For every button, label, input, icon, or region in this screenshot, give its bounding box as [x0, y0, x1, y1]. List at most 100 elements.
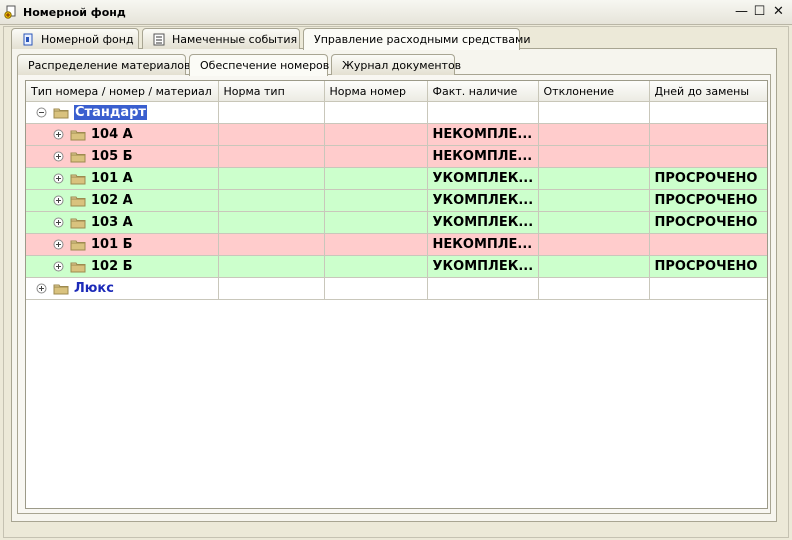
sub-tabs: Распределение материалов Обеспечение ном…	[17, 54, 461, 76]
collapse-icon[interactable]	[36, 107, 47, 118]
group-row[interactable]: Люкс	[26, 277, 767, 300]
expand-icon[interactable]	[53, 195, 64, 206]
room-number: 101 А	[91, 171, 133, 186]
norm-type-cell	[218, 167, 325, 190]
tab-label: Управление расходными средствами	[314, 33, 531, 46]
norm-room-cell	[324, 211, 428, 234]
fact-cell: НЕКОМПЛЕ...	[427, 123, 539, 146]
deviation-cell	[538, 189, 650, 212]
minimize-button[interactable]: —	[733, 3, 750, 20]
column-header[interactable]: Факт. наличие	[427, 81, 539, 102]
folder-icon	[70, 152, 86, 162]
folder-icon	[70, 218, 86, 228]
folder-icon	[70, 196, 86, 206]
folder-icon	[70, 130, 86, 140]
table-header: Тип номера / номер / материал Норма тип …	[26, 81, 767, 102]
rooms-grid[interactable]: Тип номера / номер / материал Норма тип …	[25, 80, 768, 509]
days-cell: ПРОСРОЧЕНО	[649, 211, 767, 234]
tab-room-fund[interactable]: Номерной фонд	[11, 28, 139, 49]
room-number: 103 А	[91, 215, 133, 230]
expand-icon[interactable]	[53, 173, 64, 184]
room-number: 102 Б	[91, 259, 133, 274]
room-row[interactable]: 103 А УКОМПЛЕК... ПРОСРОЧЕНО	[26, 211, 767, 234]
expand-icon[interactable]	[53, 261, 64, 272]
norm-room-cell	[324, 255, 428, 278]
days-cell	[649, 233, 767, 256]
main-tabs: Номерной фонд Намеченные события Управле…	[11, 28, 530, 50]
room-number: 101 Б	[91, 237, 133, 252]
room-row[interactable]: 102 А УКОМПЛЕК... ПРОСРОЧЕНО	[26, 189, 767, 212]
expand-icon[interactable]	[53, 239, 64, 250]
group-row[interactable]: Стандарт	[26, 101, 767, 124]
tab-room-supply[interactable]: Обеспечение номеров	[189, 54, 330, 76]
group-name: Люкс	[74, 281, 114, 296]
column-header[interactable]: Норма номер	[324, 81, 428, 102]
fact-cell: УКОМПЛЕК...	[427, 167, 539, 190]
tab-planned-events[interactable]: Намеченные события	[142, 28, 300, 49]
column-header[interactable]: Отклонение	[538, 81, 650, 102]
norm-type-cell	[218, 233, 325, 256]
deviation-cell	[538, 167, 650, 190]
norm-type-cell	[218, 211, 325, 234]
column-header[interactable]: Норма тип	[218, 81, 325, 102]
deviation-cell	[538, 123, 650, 146]
tab-material-distribution[interactable]: Распределение материалов	[17, 54, 190, 75]
norm-type-cell	[218, 189, 325, 212]
days-cell	[649, 123, 767, 146]
norm-room-cell	[324, 189, 428, 212]
folder-icon	[70, 240, 86, 250]
expand-icon[interactable]	[53, 217, 64, 228]
fact-cell: УКОМПЛЕК...	[427, 189, 539, 212]
room-row[interactable]: 101 А УКОМПЛЕК... ПРОСРОЧЕНО	[26, 167, 767, 190]
norm-room-cell	[324, 123, 428, 146]
fact-cell: УКОМПЛЕК...	[427, 255, 539, 278]
days-cell: ПРОСРОЧЕНО	[649, 167, 767, 190]
room-number: 105 Б	[91, 149, 133, 164]
tab-label: Распределение материалов	[28, 58, 191, 72]
norm-room-cell	[324, 233, 428, 256]
app-icon	[4, 5, 16, 19]
tab-label: Журнал документов	[342, 58, 462, 72]
room-row[interactable]: 104 А НЕКОМПЛЕ...	[26, 123, 767, 146]
rooms-table: Тип номера / номер / материал Норма тип …	[26, 81, 767, 300]
norm-type-cell	[218, 255, 325, 278]
deviation-cell	[538, 233, 650, 256]
folder-icon	[53, 108, 69, 118]
column-header[interactable]: Тип номера / номер / материал	[26, 81, 219, 102]
document-icon	[23, 33, 33, 45]
expand-icon[interactable]	[36, 283, 47, 294]
tab-label: Намеченные события	[172, 32, 298, 46]
column-header[interactable]: Дней до замены	[649, 81, 767, 102]
tab-label: Обеспечение номеров	[200, 59, 330, 72]
tab-label: Номерной фонд	[41, 32, 134, 46]
maximize-button[interactable]: ☐	[751, 3, 768, 20]
norm-room-cell	[324, 167, 428, 190]
room-number: 104 А	[91, 127, 133, 142]
folder-icon	[70, 262, 86, 272]
fact-cell: УКОМПЛЕК...	[427, 211, 539, 234]
room-row[interactable]: 101 Б НЕКОМПЛЕ...	[26, 233, 767, 256]
days-cell: ПРОСРОЧЕНО	[649, 189, 767, 212]
room-row[interactable]: 102 Б УКОМПЛЕК... ПРОСРОЧЕНО	[26, 255, 767, 278]
deviation-cell	[538, 145, 650, 168]
close-button[interactable]: ✕	[770, 3, 787, 20]
checklist-icon	[153, 33, 165, 45]
title-bar: Номерной фонд — ☐ ✕	[0, 0, 792, 25]
group-name: Стандарт	[74, 105, 147, 120]
norm-type-cell	[218, 145, 325, 168]
norm-type-cell	[218, 123, 325, 146]
expand-icon[interactable]	[53, 151, 64, 162]
room-row[interactable]: 105 Б НЕКОМПЛЕ...	[26, 145, 767, 168]
days-cell	[649, 145, 767, 168]
expand-icon[interactable]	[53, 129, 64, 140]
fact-cell: НЕКОМПЛЕ...	[427, 145, 539, 168]
tab-document-journal[interactable]: Журнал документов	[331, 54, 461, 75]
fact-cell: НЕКОМПЛЕ...	[427, 233, 539, 256]
folder-icon	[70, 174, 86, 184]
tab-expense-management[interactable]: Управление расходными средствами	[303, 28, 530, 50]
deviation-cell	[538, 255, 650, 278]
room-number: 102 А	[91, 193, 133, 208]
folder-icon	[53, 284, 69, 294]
days-cell: ПРОСРОЧЕНО	[649, 255, 767, 278]
window-title: Номерной фонд	[23, 6, 126, 19]
